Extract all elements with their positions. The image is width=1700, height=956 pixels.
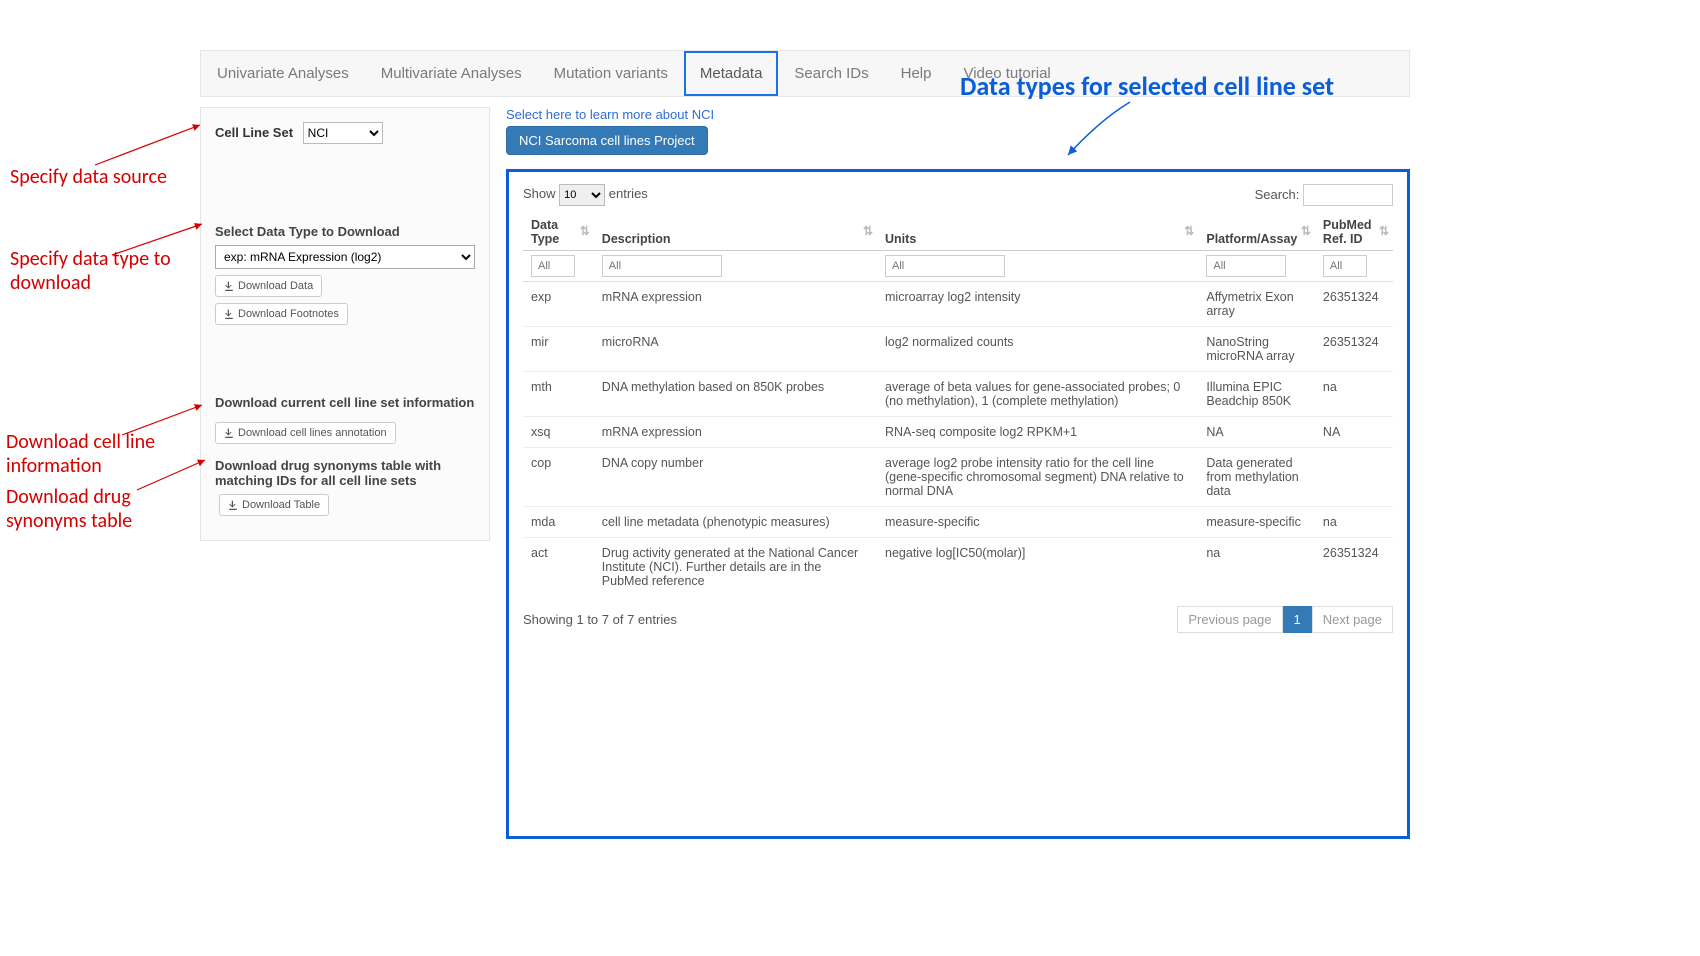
table-row: mdacell line metadata (phenotypic measur… bbox=[523, 507, 1393, 538]
tab-multivariate-analyses[interactable]: Multivariate Analyses bbox=[365, 51, 538, 96]
cell: NA bbox=[1198, 417, 1315, 448]
data-table-card: Show 10 entries Search: DataType⇅Descrip… bbox=[506, 169, 1410, 839]
download-icon bbox=[224, 428, 234, 438]
drug-synonyms-heading: Download drug synonyms table with matchi… bbox=[215, 458, 475, 516]
cell: na bbox=[1198, 538, 1315, 597]
table-row: copDNA copy numberaverage log2 probe int… bbox=[523, 448, 1393, 507]
cell: DNA methylation based on 850K probes bbox=[594, 372, 877, 417]
cell: RNA-seq composite log2 RPKM+1 bbox=[877, 417, 1198, 448]
cell: act bbox=[523, 538, 594, 597]
cell: mRNA expression bbox=[594, 417, 877, 448]
annotation-title: Data types for selected cell line set bbox=[960, 70, 1334, 102]
cell: Data generated from methylation data bbox=[1198, 448, 1315, 507]
column-filter-input[interactable] bbox=[1206, 255, 1286, 277]
col-header[interactable]: DataType⇅ bbox=[523, 212, 594, 251]
table-row: mirmicroRNAlog2 normalized countsNanoStr… bbox=[523, 327, 1393, 372]
entries-selector: Show 10 entries bbox=[523, 184, 648, 206]
cell: microarray log2 intensity bbox=[877, 282, 1198, 327]
cell: NA bbox=[1315, 417, 1393, 448]
download-table-button[interactable]: Download Table bbox=[219, 494, 329, 516]
cell: DNA copy number bbox=[594, 448, 877, 507]
table-row: xsqmRNA expressionRNA-seq composite log2… bbox=[523, 417, 1393, 448]
next-page-button[interactable]: Next page bbox=[1312, 606, 1393, 633]
cell: negative log[IC50(molar)] bbox=[877, 538, 1198, 597]
column-filter-input[interactable] bbox=[531, 255, 575, 277]
column-filter-input[interactable] bbox=[1323, 255, 1367, 277]
table-row: actDrug activity generated at the Nation… bbox=[523, 538, 1393, 597]
page-1-button[interactable]: 1 bbox=[1283, 606, 1312, 633]
cell: cell line metadata (phenotypic measures) bbox=[594, 507, 877, 538]
cell: log2 normalized counts bbox=[877, 327, 1198, 372]
download-data-button[interactable]: Download Data bbox=[215, 275, 322, 297]
project-button[interactable]: NCI Sarcoma cell lines Project bbox=[506, 126, 708, 155]
download-icon bbox=[224, 309, 234, 319]
cell bbox=[1315, 448, 1393, 507]
learn-link[interactable]: Select here to learn more about NCI bbox=[506, 107, 1410, 122]
cell-line-set-label: Cell Line Set bbox=[215, 125, 293, 140]
main-panel: Select here to learn more about NCI NCI … bbox=[506, 107, 1410, 839]
search-wrap: Search: bbox=[1255, 184, 1393, 206]
sidebar-panel: Cell Line Set NCI Select Data Type to Do… bbox=[200, 107, 490, 541]
arrow-icon bbox=[90, 120, 210, 170]
cell: 26351324 bbox=[1315, 327, 1393, 372]
data-type-select[interactable]: exp: mRNA Expression (log2) bbox=[215, 245, 475, 269]
cell: Illumina EPIC Beadchip 850K bbox=[1198, 372, 1315, 417]
cell: na bbox=[1315, 372, 1393, 417]
cell: average log2 probe intensity ratio for t… bbox=[877, 448, 1198, 507]
cell: Drug activity generated at the National … bbox=[594, 538, 877, 597]
cell: mir bbox=[523, 327, 594, 372]
tab-help[interactable]: Help bbox=[885, 51, 948, 96]
cell: measure-specific bbox=[1198, 507, 1315, 538]
cell: measure-specific bbox=[877, 507, 1198, 538]
table-info: Showing 1 to 7 of 7 entries bbox=[523, 612, 677, 627]
page-size-select[interactable]: 10 bbox=[559, 184, 605, 206]
download-icon bbox=[224, 281, 234, 291]
cell: NanoString microRNA array bbox=[1198, 327, 1315, 372]
col-header[interactable]: Units⇅ bbox=[877, 212, 1198, 251]
pagination: Previous page 1 Next page bbox=[1177, 606, 1393, 633]
cell: cop bbox=[523, 448, 594, 507]
tab-mutation-variants[interactable]: Mutation variants bbox=[538, 51, 684, 96]
arrow-icon bbox=[1060, 100, 1140, 170]
col-header[interactable]: PubMedRef. ID⇅ bbox=[1315, 212, 1393, 251]
cell: average of beta values for gene-associat… bbox=[877, 372, 1198, 417]
tab-univariate-analyses[interactable]: Univariate Analyses bbox=[201, 51, 365, 96]
tab-search-ids[interactable]: Search IDs bbox=[778, 51, 884, 96]
data-table: DataType⇅Description⇅Units⇅Platform/Assa… bbox=[523, 212, 1393, 596]
cell: exp bbox=[523, 282, 594, 327]
column-filter-input[interactable] bbox=[602, 255, 722, 277]
cell-line-set-select[interactable]: NCI bbox=[303, 122, 383, 144]
current-cell-line-heading: Download current cell line set informati… bbox=[215, 395, 475, 410]
cell: mRNA expression bbox=[594, 282, 877, 327]
cell: 26351324 bbox=[1315, 538, 1393, 597]
col-header[interactable]: Description⇅ bbox=[594, 212, 877, 251]
cell: mth bbox=[523, 372, 594, 417]
arrow-icon bbox=[110, 220, 210, 260]
column-filter-input[interactable] bbox=[885, 255, 1005, 277]
download-annotation-button[interactable]: Download cell lines annotation bbox=[215, 422, 396, 444]
prev-page-button[interactable]: Previous page bbox=[1177, 606, 1282, 633]
cell: Affymetrix Exon array bbox=[1198, 282, 1315, 327]
cell: 26351324 bbox=[1315, 282, 1393, 327]
col-header[interactable]: Platform/Assay⇅ bbox=[1198, 212, 1315, 251]
tab-metadata[interactable]: Metadata bbox=[684, 51, 779, 96]
table-row: expmRNA expressionmicroarray log2 intens… bbox=[523, 282, 1393, 327]
arrow-icon bbox=[120, 400, 210, 440]
search-input[interactable] bbox=[1303, 184, 1393, 206]
table-row: mthDNA methylation based on 850K probesa… bbox=[523, 372, 1393, 417]
download-icon bbox=[228, 500, 238, 510]
select-data-type-heading: Select Data Type to Download bbox=[215, 224, 475, 239]
arrow-icon bbox=[135, 455, 215, 495]
cell: microRNA bbox=[594, 327, 877, 372]
download-footnotes-button[interactable]: Download Footnotes bbox=[215, 303, 348, 325]
cell: mda bbox=[523, 507, 594, 538]
cell: xsq bbox=[523, 417, 594, 448]
cell: na bbox=[1315, 507, 1393, 538]
